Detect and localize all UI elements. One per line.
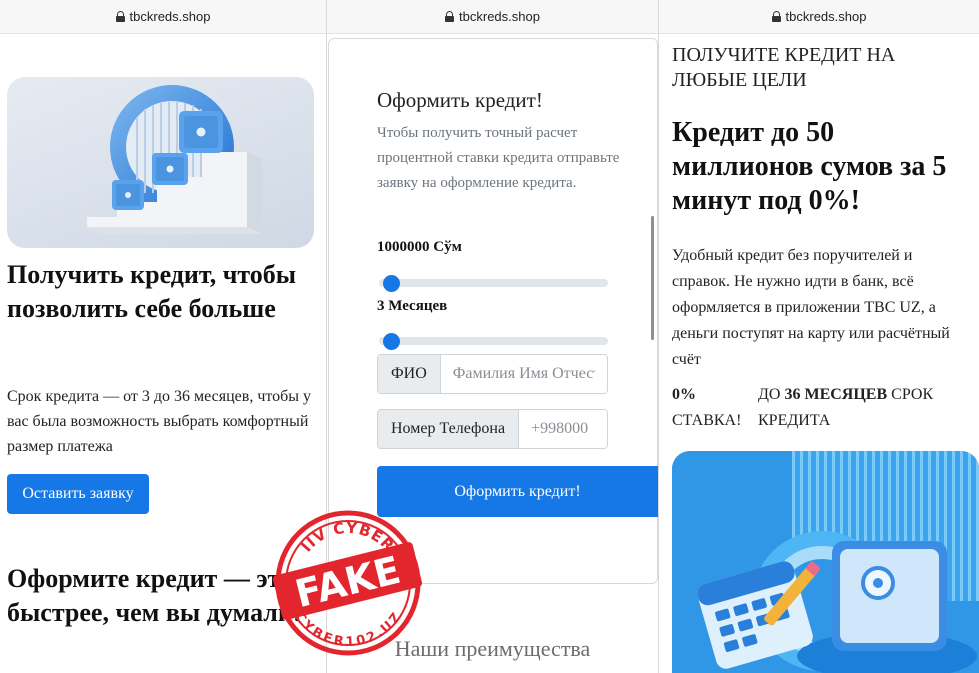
address-bar[interactable]: tbckreds.shop — [0, 0, 326, 34]
feature-rate-label: СТАВКА! — [672, 412, 742, 429]
lock-icon — [115, 11, 125, 22]
scrollbar[interactable] — [651, 216, 654, 340]
term-value-label: 3 Месяцев — [377, 298, 448, 314]
name-field-label: ФИО — [378, 355, 441, 393]
amount-value-label: 1000000 Сўм — [377, 239, 462, 255]
page-headline: Получить кредит, чтобы позволить себе бо… — [7, 260, 297, 323]
feature-term-prefix: ДО — [758, 386, 781, 403]
feature-rate-value: 0% — [672, 386, 696, 403]
url-text: tbckreds.shop — [785, 9, 867, 24]
fake-warning-stamp: IIV CYBER CYBER102.UZ FAKE — [268, 503, 428, 663]
address-bar[interactable]: tbckreds.shop — [659, 0, 979, 34]
page-headline: Кредит до 50 миллионов сумов за 5 минут … — [672, 117, 947, 216]
phone-input-group: Номер Телефона — [377, 409, 608, 449]
form-title: Оформить кредит! — [377, 88, 543, 112]
feature-term-bold: 36 МЕСЯЦЕВ — [784, 386, 888, 403]
lock-icon — [445, 11, 455, 22]
url-text: tbckreds.shop — [459, 9, 540, 24]
hero-image-safes-on-stairs — [7, 77, 314, 248]
page-eyebrow: ПОЛУЧИТЕ КРЕДИТ НА ЛЮБЫЕ ЦЕЛИ — [672, 44, 896, 91]
name-input-group: ФИО — [377, 354, 608, 394]
full-name-input[interactable] — [440, 355, 607, 393]
phone-input[interactable] — [519, 410, 607, 448]
right-phone-screenshot: tbckreds.shop ПОЛУЧИТЕ КРЕДИТ НА ЛЮБЫЕ Ц… — [659, 0, 979, 673]
form-description: Чтобы получить точный расчет процентной … — [377, 125, 620, 191]
feature-term: ДО 36 МЕСЯЦЕВ СРОК КРЕДИТА — [758, 382, 973, 434]
hero-image-safe-calendar — [672, 451, 979, 673]
lock-icon — [771, 11, 781, 22]
svg-text:CYBER102.UZ: CYBER102.UZ — [291, 610, 404, 650]
feature-rate: 0% СТАВКА! — [672, 382, 752, 434]
loan-term-description: Срок кредита — от 3 до 36 месяцев, чтобы… — [7, 388, 312, 455]
address-bar[interactable]: tbckreds.shop — [327, 0, 658, 34]
stamp-bottom-text: CYBER102.UZ — [291, 610, 403, 650]
term-slider-track[interactable] — [379, 337, 608, 345]
url-text: tbckreds.shop — [129, 9, 211, 24]
loan-description: Удобный кредит без поручителей и справок… — [672, 247, 950, 368]
apply-button[interactable]: Оставить заявку — [7, 474, 149, 514]
phone-field-label: Номер Телефона — [378, 410, 520, 448]
amount-slider-track[interactable] — [379, 279, 608, 287]
